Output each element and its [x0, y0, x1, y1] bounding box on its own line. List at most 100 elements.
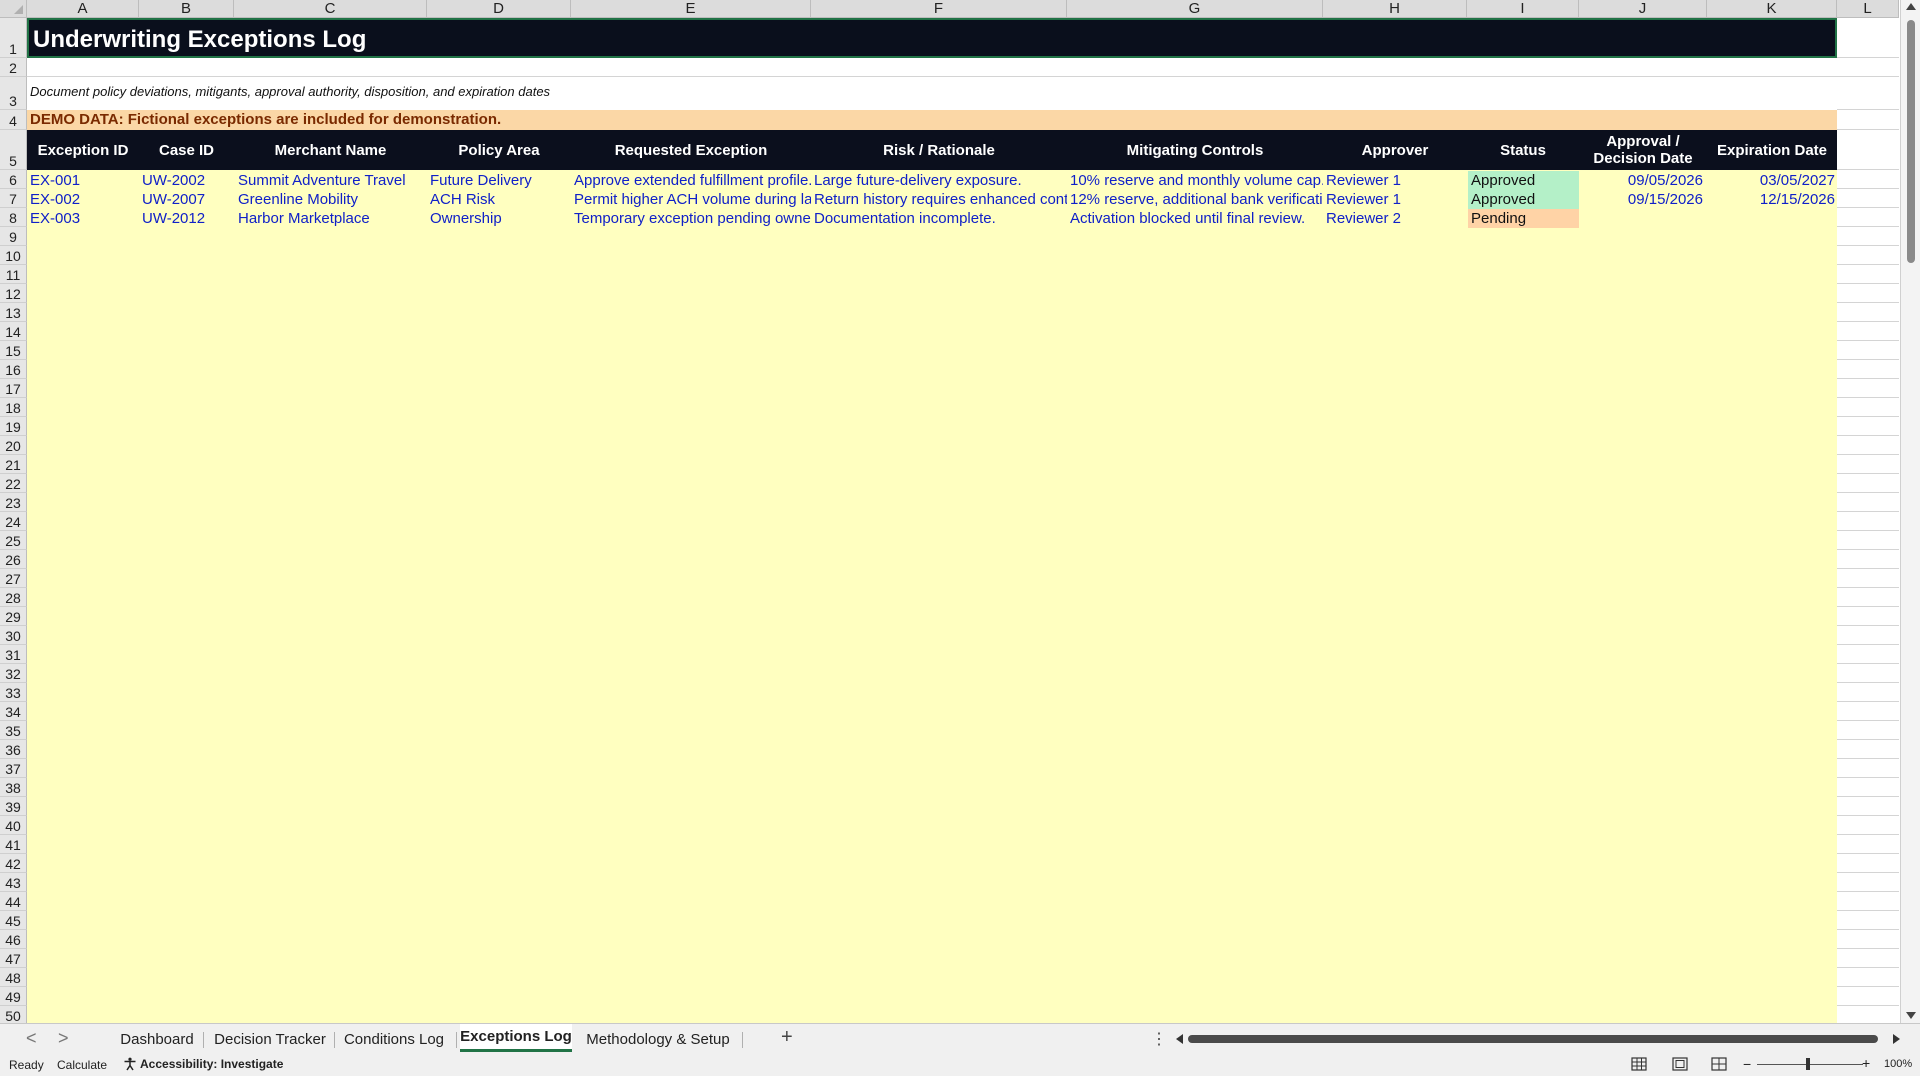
row-header[interactable]: 43	[0, 873, 27, 892]
tab-exceptions-log[interactable]: Exceptions Log	[460, 1024, 572, 1052]
row-header[interactable]: 33	[0, 683, 27, 702]
header-policy-area[interactable]: Policy Area	[427, 130, 571, 170]
accessibility-button[interactable]: Accessibility: Investigate	[123, 1057, 283, 1071]
row-header[interactable]: 26	[0, 550, 27, 569]
title-cell[interactable]: Underwriting Exceptions Log	[27, 18, 1837, 58]
column-header-a[interactable]: A	[27, 0, 139, 18]
column-header-j[interactable]: J	[1579, 0, 1707, 18]
row-header[interactable]: 46	[0, 930, 27, 949]
demo-notice-cell[interactable]: DEMO DATA: Fictional exceptions are incl…	[27, 110, 1837, 130]
next-sheet-icon[interactable]: >	[58, 1028, 69, 1049]
row-header[interactable]: 22	[0, 474, 27, 493]
vertical-scrollbar[interactable]	[1900, 0, 1920, 1023]
row-header[interactable]: 6	[0, 170, 27, 189]
row-header[interactable]: 1	[0, 18, 27, 58]
row-header[interactable]: 27	[0, 569, 27, 588]
cell-case-id[interactable]: UW-2002	[142, 171, 234, 190]
prev-sheet-icon[interactable]: <	[26, 1028, 37, 1049]
row-header[interactable]: 19	[0, 417, 27, 436]
column-header-e[interactable]: E	[571, 0, 811, 18]
row-header[interactable]: 28	[0, 588, 27, 607]
cell-merchant-name[interactable]: Harbor Marketplace	[238, 209, 427, 228]
cell-case-id[interactable]: UW-2012	[142, 209, 234, 228]
cell-approver[interactable]: Reviewer 1	[1326, 171, 1467, 190]
cell-decision-date[interactable]: 09/15/2026	[1579, 190, 1703, 209]
spreadsheet-grid[interactable]: ABCDEFGHIJKL 1 2 3 4 5 6 7 8 9 10 11 12 13 14 15 16 17 18…	[0, 0, 1920, 1023]
cell-status-approved[interactable]: Approved	[1468, 171, 1579, 190]
cell-requested-exception[interactable]: Temporary exception pending ownership do…	[574, 209, 811, 228]
zoom-in-button[interactable]: +	[1862, 1055, 1870, 1071]
tab-conditions-log[interactable]: Conditions Log	[338, 1024, 450, 1054]
column-header-h[interactable]: H	[1323, 0, 1467, 18]
column-header-d[interactable]: D	[427, 0, 571, 18]
select-all-corner[interactable]	[0, 0, 27, 18]
cell-approver[interactable]: Reviewer 1	[1326, 190, 1467, 209]
scroll-up-icon[interactable]	[1906, 3, 1916, 10]
zoom-slider-thumb[interactable]	[1806, 1058, 1810, 1070]
column-l-cells[interactable]	[1837, 18, 1899, 1023]
row-header[interactable]: 12	[0, 284, 27, 303]
row-header[interactable]: 20	[0, 436, 27, 455]
row-header[interactable]: 9	[0, 227, 27, 246]
cell-risk-rationale[interactable]: Documentation incomplete.	[814, 209, 1067, 228]
cell-mitigating-controls[interactable]: Activation blocked until final review.	[1070, 209, 1323, 228]
cell-exception-id[interactable]: EX-001	[30, 171, 138, 190]
cell-exception-id[interactable]: EX-002	[30, 190, 138, 209]
cell-policy-area[interactable]: ACH Risk	[430, 190, 571, 209]
cell-decision-date[interactable]: 09/05/2026	[1579, 171, 1703, 190]
row-header[interactable]: 23	[0, 493, 27, 512]
header-decision-date[interactable]: Approval / Decision Date	[1579, 130, 1707, 170]
tab-decision-tracker[interactable]: Decision Tracker	[208, 1024, 332, 1054]
row-header[interactable]: 44	[0, 892, 27, 911]
cell-approver[interactable]: Reviewer 2	[1326, 209, 1467, 228]
column-header-k[interactable]: K	[1707, 0, 1837, 18]
zoom-level[interactable]: 100%	[1884, 1058, 1912, 1070]
row-header[interactable]: 7	[0, 189, 27, 208]
scroll-down-icon[interactable]	[1906, 1012, 1916, 1019]
row-header[interactable]: 25	[0, 531, 27, 550]
cell-expiration-date[interactable]: 12/15/2026	[1707, 190, 1835, 209]
row-header[interactable]: 11	[0, 265, 27, 284]
row-header[interactable]: 13	[0, 303, 27, 322]
cell-mitigating-controls[interactable]: 12% reserve, additional bank verificatio…	[1070, 190, 1323, 209]
data-area[interactable]: EX-001 UW-2002 Summit Adventure Travel F…	[27, 170, 1837, 1023]
row-header[interactable]: 15	[0, 341, 27, 360]
add-sheet-icon[interactable]: +	[781, 1026, 793, 1049]
header-merchant-name[interactable]: Merchant Name	[234, 130, 427, 170]
row-header[interactable]: 17	[0, 379, 27, 398]
page-break-view-icon[interactable]	[1711, 1057, 1727, 1071]
row-header[interactable]: 45	[0, 911, 27, 930]
zoom-slider[interactable]	[1757, 1064, 1863, 1065]
column-header-l[interactable]: L	[1837, 0, 1899, 18]
cell-merchant-name[interactable]: Summit Adventure Travel	[238, 171, 427, 190]
row-header[interactable]: 38	[0, 778, 27, 797]
calculate-button[interactable]: Calculate	[57, 1058, 107, 1072]
row-header[interactable]: 21	[0, 455, 27, 474]
cell-requested-exception[interactable]: Permit higher ACH volume during launch.	[574, 190, 811, 209]
row-header[interactable]: 39	[0, 797, 27, 816]
row-header[interactable]: 4	[0, 110, 27, 130]
cell-merchant-name[interactable]: Greenline Mobility	[238, 190, 427, 209]
tab-dashboard[interactable]: Dashboard	[112, 1024, 202, 1054]
row-header[interactable]: 2	[0, 58, 27, 77]
more-options-icon[interactable]: ⋮	[1151, 1029, 1167, 1049]
normal-view-icon[interactable]	[1631, 1057, 1647, 1071]
row-header[interactable]: 40	[0, 816, 27, 835]
cell-exception-id[interactable]: EX-003	[30, 209, 138, 228]
scroll-left-icon[interactable]	[1176, 1034, 1183, 1044]
row-header[interactable]: 47	[0, 949, 27, 968]
header-exception-id[interactable]: Exception ID	[27, 130, 139, 170]
cell-status-approved[interactable]: Approved	[1468, 190, 1579, 209]
row-header[interactable]: 14	[0, 322, 27, 341]
cell-risk-rationale[interactable]: Large future-delivery exposure.	[814, 171, 1067, 190]
row-header[interactable]: 41	[0, 835, 27, 854]
row-header[interactable]: 10	[0, 246, 27, 265]
row-header[interactable]: 8	[0, 208, 27, 227]
row-header[interactable]: 18	[0, 398, 27, 417]
row-header[interactable]: 29	[0, 607, 27, 626]
row-header[interactable]: 31	[0, 645, 27, 664]
scroll-right-icon[interactable]	[1893, 1034, 1900, 1044]
cell-policy-area[interactable]: Future Delivery	[430, 171, 571, 190]
cell-risk-rationale[interactable]: Return history requires enhanced control…	[814, 190, 1067, 209]
cell-policy-area[interactable]: Ownership	[430, 209, 571, 228]
